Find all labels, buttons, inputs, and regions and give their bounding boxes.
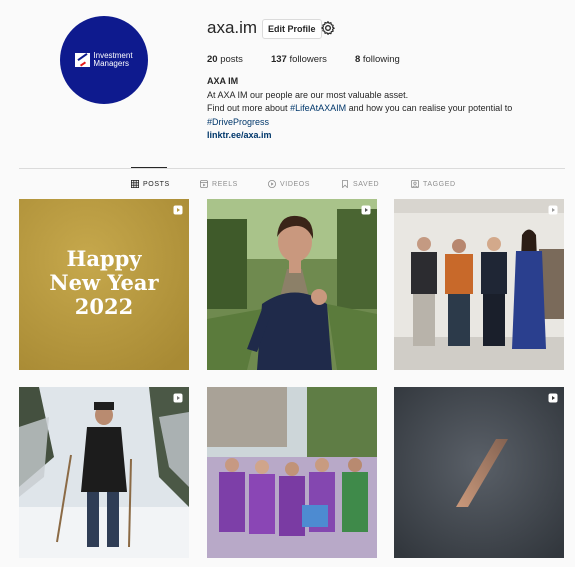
posts-label: posts xyxy=(220,54,243,65)
tab-saved[interactable]: SAVED xyxy=(341,180,379,188)
bio-line1: At AXA IM our people are our most valuab… xyxy=(207,89,409,100)
profile-stats: 20 posts 137 followers 8 following xyxy=(207,54,400,65)
bio-name: AXA IM xyxy=(207,76,239,86)
tab-reels[interactable]: REELS xyxy=(200,180,238,188)
posts-count: 20 xyxy=(207,54,218,65)
logo-text: Investment Managers xyxy=(93,52,132,68)
tab-videos[interactable]: VIDEOS xyxy=(268,180,310,188)
post-happy-new-year[interactable]: Happy New Year 2022 xyxy=(19,199,189,370)
bio-link[interactable]: linktr.ee/axa.im xyxy=(207,129,567,143)
post-team-gallery[interactable] xyxy=(394,199,564,370)
axa-logo-mark-icon xyxy=(75,53,91,67)
tabs-divider xyxy=(19,168,565,169)
tag-icon xyxy=(411,180,419,188)
hashtag-lifeataxaim[interactable]: #LifeAtAXAIM xyxy=(290,103,346,113)
post-photo-group xyxy=(207,387,377,558)
following-count: 8 xyxy=(354,54,361,65)
reel-play-icon xyxy=(548,205,558,215)
post-photo-runner xyxy=(207,199,377,370)
post-photo-abstract xyxy=(394,387,564,558)
followers-stat[interactable]: 137 followers xyxy=(271,54,327,65)
greeting-line2: New Year xyxy=(49,270,159,295)
settings-gear-icon[interactable] xyxy=(320,20,336,36)
posts-stat: 20 posts xyxy=(207,54,243,65)
tab-posts[interactable]: POSTS xyxy=(131,180,170,188)
hashtag-driveprogress[interactable]: #DriveProgress xyxy=(207,116,567,130)
tab-tagged-label: TAGGED xyxy=(423,180,456,188)
post-snow-hike[interactable] xyxy=(19,387,189,558)
reel-play-icon xyxy=(548,393,558,403)
edit-profile-button[interactable]: Edit Profile xyxy=(262,19,322,39)
profile-avatar[interactable]: Investment Managers xyxy=(60,16,148,104)
bio-line2: Find out more about #LifeAtAXAIM and how… xyxy=(207,102,567,116)
following-label: following xyxy=(362,54,400,65)
bio-line2-suffix: and how you can realise your potential t… xyxy=(346,103,513,113)
post-greeting-text: Happy New Year 2022 xyxy=(19,247,189,319)
grid-icon xyxy=(131,180,139,188)
tab-videos-label: VIDEOS xyxy=(280,180,311,188)
tab-reels-label: REELS xyxy=(212,180,238,188)
post-photo-snow xyxy=(19,387,189,558)
video-icon xyxy=(268,180,276,188)
greeting-line3: 2022 xyxy=(74,294,134,319)
followers-label: followers xyxy=(289,54,327,65)
following-stat[interactable]: 8 following xyxy=(355,54,400,65)
greeting-line1: Happy xyxy=(66,246,142,271)
tab-posts-label: POSTS xyxy=(143,180,170,188)
active-tab-indicator xyxy=(131,167,167,168)
post-runner-park[interactable] xyxy=(207,199,377,370)
logo-text-line2: Managers xyxy=(93,59,129,68)
profile-bio: AXA IM At AXA IM our people are our most… xyxy=(207,75,567,143)
tab-saved-label: SAVED xyxy=(353,180,380,188)
reel-play-icon xyxy=(361,205,371,215)
reel-play-icon xyxy=(173,205,183,215)
post-purple-group[interactable] xyxy=(207,387,377,558)
bio-line2-prefix: Find out more about xyxy=(207,103,291,113)
bookmark-icon xyxy=(342,180,348,188)
profile-username: axa.im xyxy=(207,18,258,37)
axa-logo: Investment Managers xyxy=(75,52,133,68)
tab-tagged[interactable]: TAGGED xyxy=(411,180,456,188)
post-photo-team xyxy=(394,199,564,370)
post-abstract-dark[interactable] xyxy=(394,387,564,558)
reel-play-icon xyxy=(173,393,183,403)
reels-icon xyxy=(200,180,208,188)
followers-count: 137 xyxy=(270,54,287,65)
